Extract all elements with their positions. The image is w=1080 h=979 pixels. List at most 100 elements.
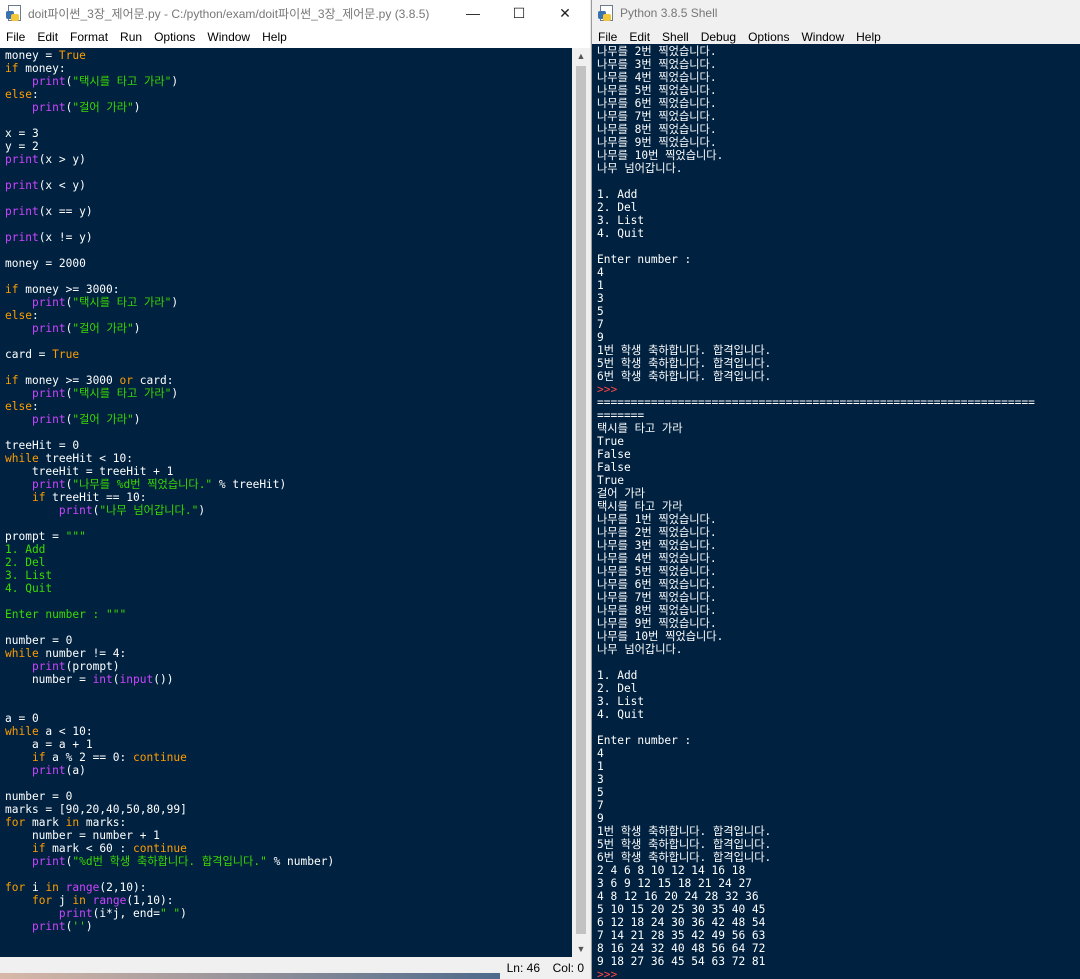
- code-line-token: continue: [133, 751, 187, 764]
- code-line-token: money = 2000: [5, 257, 86, 270]
- shell-line-token: 5: [597, 305, 604, 318]
- code-line: print(''): [5, 920, 334, 933]
- shell-titlebar[interactable]: Python 3.8.5 Shell: [592, 0, 1080, 26]
- shell-line: 나무를 6번 찍었습니다.: [597, 97, 1035, 110]
- menu-window[interactable]: Window: [201, 30, 256, 44]
- shell-menu-edit[interactable]: Edit: [623, 30, 656, 44]
- code-line: x = 3: [5, 127, 334, 140]
- shell-line: 1번 학생 축하합니다. 합격입니다.: [597, 344, 1035, 357]
- editor-menubar: File Edit Format Run Options Window Help: [0, 26, 590, 48]
- shell-line: 1: [597, 279, 1035, 292]
- shell-line: 5: [597, 786, 1035, 799]
- code-line-token: if: [5, 374, 19, 387]
- code-line-token: (x != y): [38, 231, 93, 244]
- code-line-token: [5, 322, 32, 335]
- shell-line: 1번 학생 축하합니다. 합격입니다.: [597, 825, 1035, 838]
- code-line-token: Enter number : """: [5, 608, 127, 621]
- shell-line-token: 나무를 10번 찍었습니다.: [597, 149, 724, 162]
- shell-line: >>>: [597, 383, 1035, 396]
- code-line-token: (x > y): [38, 153, 86, 166]
- maximize-button[interactable]: ☐: [496, 0, 542, 26]
- code-line: print(i*j, end=" "): [5, 907, 334, 920]
- code-line-token: print: [31, 660, 66, 673]
- code-line-token: card:: [133, 374, 174, 387]
- code-line: print("걸어 가라"): [5, 322, 334, 335]
- shell-line: 나무를 10번 찍었습니다.: [597, 149, 1035, 162]
- shell-menu-file[interactable]: File: [592, 30, 623, 44]
- shell-output-area[interactable]: 나무를 2번 찍었습니다. 나무를 3번 찍었습니다. 나무를 4번 찍었습니다. 나…: [592, 44, 1080, 979]
- code-line-token: range: [92, 894, 127, 907]
- menu-help[interactable]: Help: [256, 30, 293, 44]
- menu-edit[interactable]: Edit: [31, 30, 64, 44]
- code-line: for mark in marks:: [5, 816, 334, 829]
- shell-line: 4. Quit: [597, 708, 1035, 721]
- code-line-token: in: [72, 894, 86, 907]
- code-line-token: % number): [266, 855, 335, 868]
- shell-line-token: False: [597, 448, 631, 461]
- code-line-token: [5, 413, 32, 426]
- vertical-scrollbar[interactable]: ▲ ▼: [572, 48, 590, 957]
- code-line-token: print: [31, 764, 66, 777]
- shell-line: 나무를 9번 찍었습니다.: [597, 617, 1035, 630]
- code-line: print(x == y): [5, 205, 334, 218]
- code-line: if money >= 3000 or card:: [5, 374, 334, 387]
- code-line: ​: [5, 426, 334, 439]
- code-text[interactable]: money = True if money: print("택시를 타고 가라")…: [5, 49, 334, 933]
- chevron-up-icon[interactable]: ▲: [572, 48, 590, 64]
- scrollbar-thumb[interactable]: [576, 66, 586, 934]
- code-line: while treeHit < 10:: [5, 452, 334, 465]
- shell-line: 나무를 7번 찍었습니다.: [597, 591, 1035, 604]
- code-line-token: :: [31, 88, 39, 101]
- editor-titlebar[interactable]: doit파이썬_3장_제어문.py - C:/python/exam/doit파…: [0, 0, 590, 26]
- shell-line: 9 18 27 36 45 54 63 72 81: [597, 955, 1035, 968]
- code-editor[interactable]: money = True if money: print("택시를 타고 가라")…: [0, 48, 572, 957]
- shell-line-token: 나무를 5번 찍었습니다.: [597, 84, 717, 97]
- shell-line-token: 나무를 2번 찍었습니다.: [597, 526, 717, 539]
- shell-line-token: 나무를 9번 찍었습니다.: [597, 136, 717, 149]
- shell-menu-debug[interactable]: Debug: [695, 30, 742, 44]
- shell-menu-window[interactable]: Window: [795, 30, 850, 44]
- code-line: ​: [5, 166, 334, 179]
- code-line-token: print: [5, 231, 39, 244]
- code-line: print("%d번 학생 축하합니다. 합격입니다." % number): [5, 855, 334, 868]
- shell-text[interactable]: 나무를 2번 찍었습니다. 나무를 3번 찍었습니다. 나무를 4번 찍었습니다. 나…: [597, 45, 1035, 979]
- minimize-button[interactable]: —: [450, 0, 496, 26]
- code-line-token: money =: [5, 49, 59, 62]
- menu-file[interactable]: File: [0, 30, 31, 44]
- code-line: ​: [5, 218, 334, 231]
- shell-menu-help[interactable]: Help: [850, 30, 887, 44]
- code-line-token: else: [5, 309, 32, 322]
- shell-menu-shell[interactable]: Shell: [656, 30, 695, 44]
- shell-line-token: >>>: [597, 383, 624, 396]
- code-line-token: print: [31, 75, 66, 88]
- shell-line-token: 1: [597, 279, 604, 292]
- code-line: if mark < 60 : continue: [5, 842, 334, 855]
- shell-line: 나무를 5번 찍었습니다.: [597, 84, 1035, 97]
- chevron-down-icon[interactable]: ▼: [572, 941, 590, 957]
- code-line: print(x > y): [5, 153, 334, 166]
- code-line-token: (1,10):: [126, 894, 174, 907]
- shell-menu-options[interactable]: Options: [742, 30, 795, 44]
- shell-line-token: 나무를 3번 찍었습니다.: [597, 539, 717, 552]
- code-line-token: True: [52, 348, 80, 361]
- menu-format[interactable]: Format: [64, 30, 114, 44]
- shell-line: 6번 학생 축하합니다. 합격입니다.: [597, 370, 1035, 383]
- shell-line-token: 4: [597, 747, 604, 760]
- code-line-token: "나무 넘어갑니다.": [99, 504, 199, 517]
- shell-line: ​: [597, 656, 1035, 669]
- code-line-token: [5, 855, 32, 868]
- shell-line-token: 5 10 15 20 25 30 35 40 45: [597, 903, 766, 916]
- shell-line: 2. Del: [597, 682, 1035, 695]
- close-button[interactable]: ✕: [542, 0, 588, 26]
- code-line-token: print: [58, 907, 93, 920]
- code-line-token: "걸어 가라": [72, 322, 134, 335]
- menu-options[interactable]: Options: [148, 30, 201, 44]
- menu-run[interactable]: Run: [114, 30, 148, 44]
- code-line: 3. List: [5, 569, 334, 582]
- code-line-token: print: [31, 920, 66, 933]
- code-line-token: :: [31, 400, 39, 413]
- code-line: ​: [5, 686, 334, 699]
- shell-line: 나무를 6번 찍었습니다.: [597, 578, 1035, 591]
- shell-line-token: 8 16 24 32 40 48 56 64 72: [597, 942, 766, 955]
- code-line-token: 1. Add: [5, 543, 46, 556]
